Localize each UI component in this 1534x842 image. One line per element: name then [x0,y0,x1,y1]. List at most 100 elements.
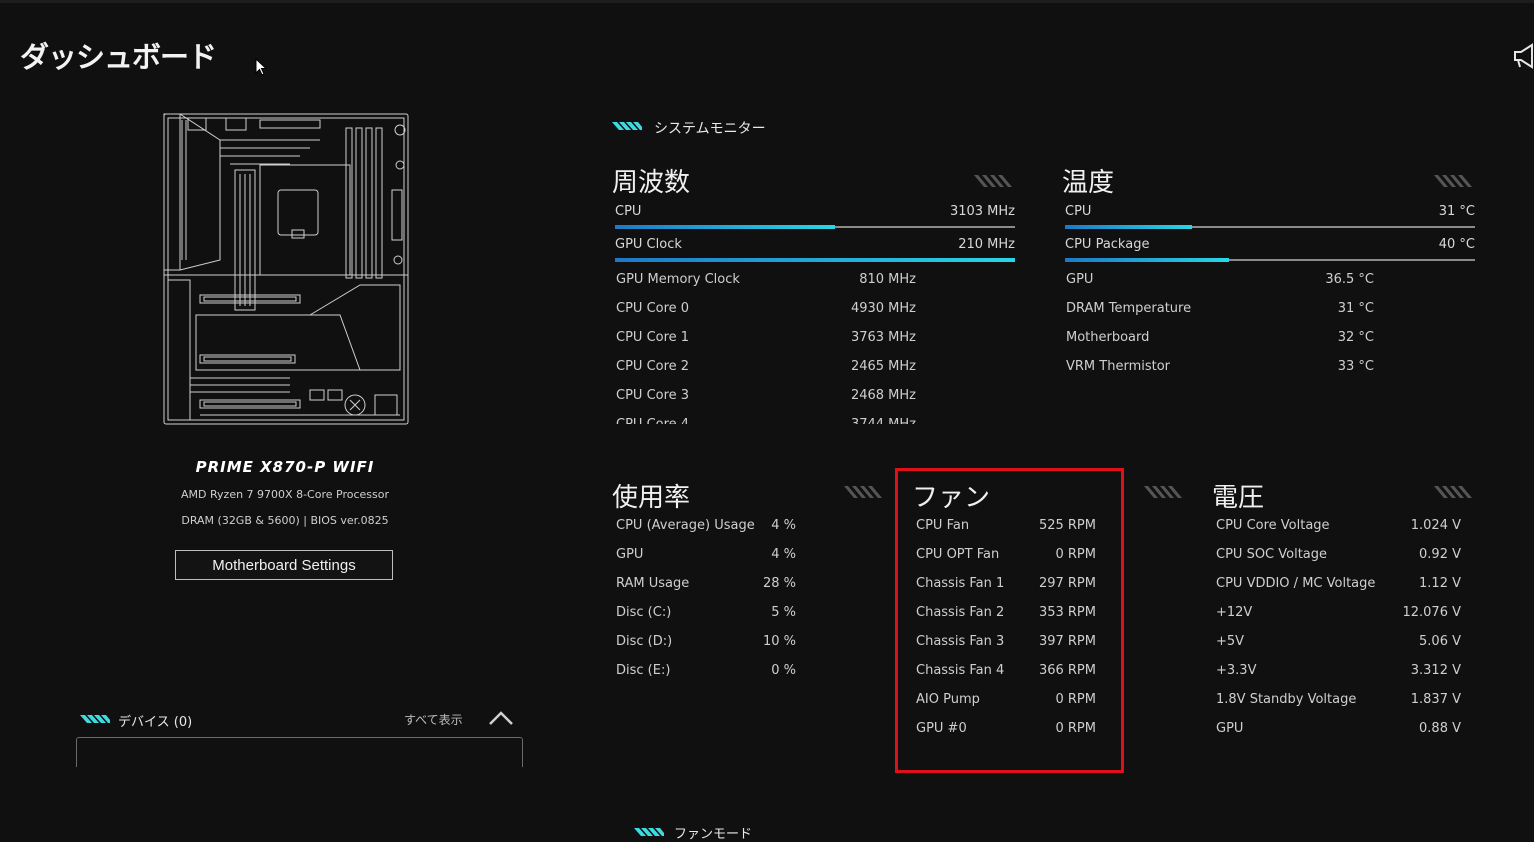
list-item: GPU 4 % [616,547,796,576]
item-value: 3763 MHz [850,330,916,345]
fan-highlight-box [895,468,1124,773]
list-item: Motherboard 32 °C [1066,330,1374,359]
system-monitor-title: システムモニター [654,121,766,137]
item-label: GPU [1066,272,1094,287]
item-label: CPU SOC Voltage [1216,547,1328,562]
list-item: CPU Core 1 3763 MHz [616,330,916,359]
announcement-icon[interactable] [1512,42,1534,70]
section-deco-icon [1434,486,1472,498]
bar-track [615,258,1015,262]
devices-panel [76,737,523,767]
list-item: CPU VDDIO / MC Voltage 1.12 V [1216,576,1461,605]
usage-list: CPU (Average) Usage 4 % GPU 4 % RAM Usage 28 … [616,518,796,698]
item-value: 4 % [771,518,796,533]
bar-fill [615,225,835,229]
usage-title: 使用率 [612,483,691,513]
item-label: +12V [1216,605,1253,620]
list-item: CPU Core 0 4930 MHz [616,301,916,330]
item-value: 10 % [762,634,796,649]
item-value: 0.92 V [1419,547,1461,562]
item-label: CPU (Average) Usage [616,518,755,533]
bar-label: GPU Clock [615,237,682,252]
list-item: Disc (C:) 5 % [616,605,796,634]
mouse-cursor-icon [255,58,268,76]
item-label: Disc (E:) [616,663,671,678]
item-label: GPU [1216,721,1244,736]
item-label: Motherboard [1066,330,1150,345]
item-value: 2465 MHz [850,359,916,374]
item-value: 1.024 V [1410,518,1461,533]
bar-fill [615,258,1015,262]
frequency-bar-cpu: CPU 3103 MHz [615,200,1015,233]
bar-fill [1065,258,1229,262]
item-value: 0.88 V [1419,721,1461,736]
item-value: 2468 MHz [850,388,916,403]
temperature-list: GPU 36.5 °C DRAM Temperature 31 °C Motherboa… [1066,272,1374,392]
bar-value: 210 MHz [958,237,1015,252]
item-label: Disc (D:) [616,634,673,649]
bar-track [1065,258,1475,262]
page-title: ダッシュボード [20,40,217,74]
item-label: CPU Core Voltage [1216,518,1330,533]
list-item: 1.8V Standby Voltage 1.837 V [1216,692,1461,721]
item-label: CPU VDDIO / MC Voltage [1216,576,1376,591]
list-item: Disc (E:) 0 % [616,663,796,692]
section-stripes-icon [634,828,664,836]
temperature-bar-cpu: CPU 31 °C [1065,200,1475,233]
bar-label: CPU Package [1065,237,1150,252]
item-label: DRAM Temperature [1066,301,1192,316]
item-label: +5V [1216,634,1245,649]
item-value: 4 % [771,547,796,562]
temperature-title: 温度 [1062,168,1115,198]
list-item: CPU Core Voltage 1.024 V [1216,518,1461,547]
section-deco-icon [1144,486,1182,498]
list-item: GPU 36.5 °C [1066,272,1374,301]
list-item: CPU Core 2 2465 MHz [616,359,916,388]
show-all-devices-link[interactable]: すべて表示 [404,711,463,728]
section-deco-icon [844,486,882,498]
processor-info: AMD Ryzen 7 9700X 8-Core Processor [181,488,389,501]
item-value: 3.312 V [1410,663,1461,678]
list-item: Disc (D:) 10 % [616,634,796,663]
bar-label: CPU [1065,204,1092,219]
motherboard-illustration [163,113,409,425]
item-value: 5 % [771,605,796,620]
item-value: 810 MHz [859,272,916,287]
item-label: +3.3V [1216,663,1257,678]
section-deco-icon [974,175,1012,187]
bar-fill [1065,225,1193,229]
list-item: +3.3V 3.312 V [1216,663,1461,692]
list-item: CPU (Average) Usage 4 % [616,518,796,547]
list-item: +5V 5.06 V [1216,634,1461,663]
item-value: 5.06 V [1419,634,1461,649]
list-item: RAM Usage 28 % [616,576,796,605]
temperature-bar-cpu-package: CPU Package 40 °C [1065,233,1475,266]
frequency-list[interactable]: GPU Memory Clock 810 MHz CPU Core 0 4930 MH… [616,272,916,424]
list-item: DRAM Temperature 31 °C [1066,301,1374,330]
list-item: +12V 12.076 V [1216,605,1461,634]
section-deco-icon [1434,175,1472,187]
item-label: VRM Thermistor [1066,359,1171,374]
item-value: 33 °C [1337,359,1374,374]
item-value: 31 °C [1337,301,1374,316]
list-item: VRM Thermistor 33 °C [1066,359,1374,388]
list-item: GPU Memory Clock 810 MHz [616,272,916,301]
bar-track [615,225,1015,229]
item-value: 28 % [762,576,796,591]
chevron-up-icon[interactable] [488,710,514,726]
list-item: GPU 0.88 V [1216,721,1461,750]
section-stripes-icon [612,122,642,130]
item-value: 3744 MHz [851,417,916,424]
bar-value: 3103 MHz [949,204,1015,219]
section-stripes-icon [80,715,110,723]
dram-bios-info: DRAM (32GB & 5600) | BIOS ver.0825 [181,514,389,527]
item-label: GPU [616,547,644,562]
item-label: GPU Memory Clock [616,272,740,287]
voltage-list: CPU Core Voltage 1.024 V CPU SOC Voltage 0.… [1216,518,1461,758]
item-value: 4930 MHz [850,301,916,316]
frequency-bar-gpu-clock: GPU Clock 210 MHz [615,233,1015,266]
top-border [0,0,1534,3]
motherboard-model-name: PRIME X870-P WIFI [195,458,375,476]
item-value: 1.837 V [1410,692,1461,707]
motherboard-settings-button[interactable]: Motherboard Settings [175,550,393,580]
